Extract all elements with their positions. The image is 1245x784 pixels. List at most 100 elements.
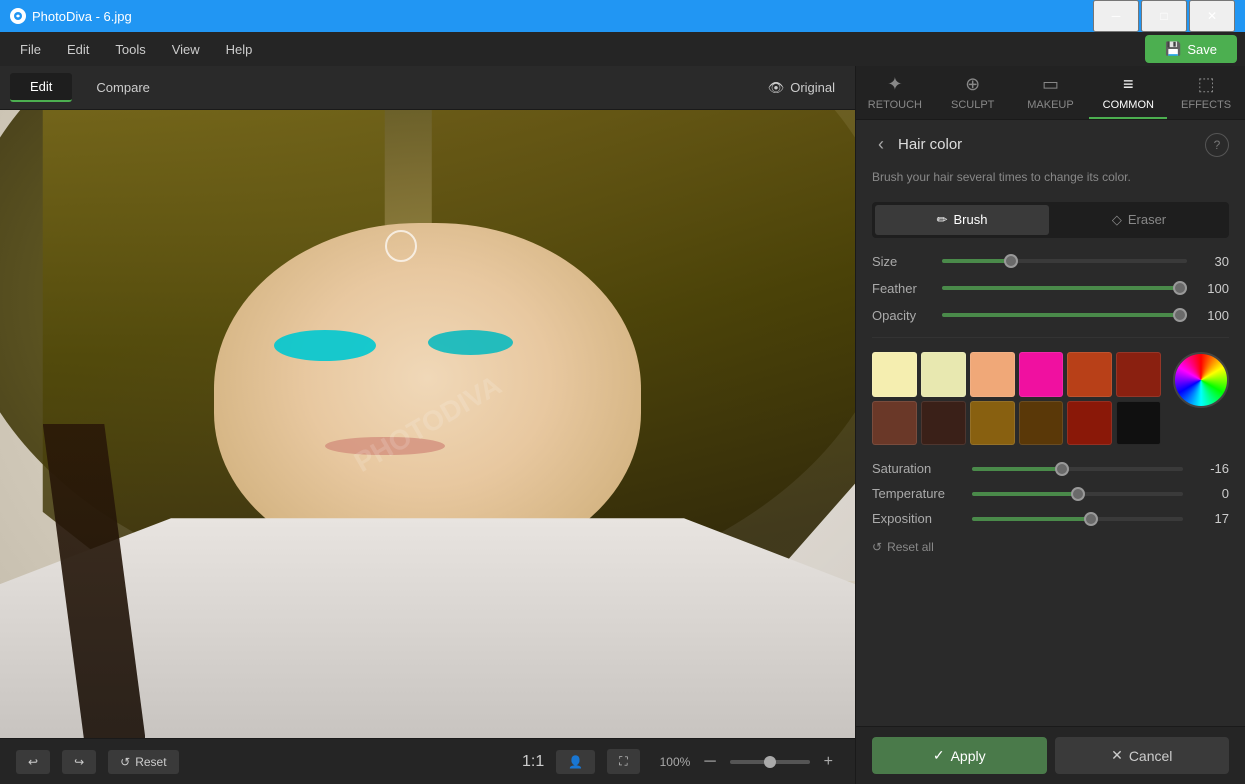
zoom-out-button[interactable]: ─ — [698, 751, 721, 773]
effects-label: EFFECTS — [1181, 99, 1231, 111]
feather-label: Feather — [872, 281, 932, 296]
saturation-slider-row: Saturation -16 — [872, 461, 1229, 476]
swatch-2[interactable] — [970, 352, 1015, 397]
tab-sculpt[interactable]: ⊕ SCULPT — [934, 66, 1012, 119]
opacity-label: Opacity — [872, 308, 932, 323]
reset-button[interactable]: ↺ Reset — [108, 750, 178, 774]
tab-common[interactable]: ≡ COMMON — [1089, 66, 1167, 119]
close-button[interactable]: ✕ — [1189, 0, 1235, 32]
brush-button[interactable]: ✏ Brush — [875, 205, 1049, 235]
eraser-icon: ◇ — [1112, 212, 1122, 228]
swatch-5[interactable] — [1116, 352, 1161, 397]
swatch-0[interactable] — [872, 352, 917, 397]
sculpt-icon: ⊕ — [965, 74, 980, 95]
swatch-9[interactable] — [1019, 401, 1064, 446]
cancel-button[interactable]: ✕ Cancel — [1055, 737, 1230, 774]
zoom-in-button[interactable]: + — [818, 751, 839, 773]
redo-button[interactable]: ↪ — [62, 750, 96, 774]
brush-eraser-toggle: ✏ Brush ◇ Eraser — [872, 202, 1229, 238]
zoom-controls: 100% ─ + — [652, 751, 839, 773]
canvas-toolbar: Edit Compare 👁 Original — [0, 66, 855, 110]
edit-tab[interactable]: Edit — [10, 73, 72, 102]
avatar-icon: 👤 — [568, 755, 583, 769]
cancel-label: Cancel — [1129, 748, 1173, 764]
reset-all-label: Reset all — [887, 540, 934, 554]
back-button[interactable]: ‹ — [872, 132, 890, 157]
feather-slider[interactable] — [942, 286, 1187, 290]
divider-1 — [872, 337, 1229, 338]
swatch-10[interactable] — [1067, 401, 1112, 446]
reset-icon: ↺ — [120, 755, 130, 769]
swatch-1[interactable] — [921, 352, 966, 397]
minimize-button[interactable]: ─ — [1093, 0, 1139, 32]
swatch-3[interactable] — [1019, 352, 1064, 397]
menu-view[interactable]: View — [160, 38, 212, 61]
fullscreen-button[interactable]: ⛶ — [607, 749, 639, 774]
checkmark-icon: ✓ — [933, 747, 945, 764]
save-label: Save — [1187, 42, 1217, 57]
restore-button[interactable]: □ — [1141, 0, 1187, 32]
effects-icon: ⬚ — [1198, 74, 1215, 95]
opacity-slider[interactable] — [942, 313, 1187, 317]
brush-cursor — [385, 230, 417, 262]
swatch-4[interactable] — [1067, 352, 1112, 397]
swatch-grid — [872, 352, 1161, 446]
portrait-canvas[interactable]: PHOTODIVA — [0, 110, 855, 738]
eraser-button[interactable]: ◇ Eraser — [1052, 205, 1226, 235]
original-button[interactable]: 👁 Original — [758, 76, 845, 100]
help-button[interactable]: ? — [1205, 133, 1229, 157]
menu-file[interactable]: File — [8, 38, 53, 61]
swatch-7[interactable] — [921, 401, 966, 446]
temperature-value: 0 — [1193, 486, 1229, 501]
face-shape — [214, 223, 642, 568]
zoom-slider[interactable] — [730, 760, 810, 764]
saturation-slider[interactable] — [972, 467, 1183, 471]
size-slider[interactable] — [942, 259, 1187, 263]
brush-icon: ✏ — [937, 212, 948, 228]
cancel-icon: ✕ — [1111, 747, 1123, 764]
reset-all-button[interactable]: ↺ Reset all — [872, 536, 934, 558]
titlebar: PhotoDiva - 6.jpg ─ □ ✕ — [0, 0, 1245, 32]
apply-button[interactable]: ✓ Apply — [872, 737, 1047, 774]
panel-title: Hair color — [898, 136, 962, 153]
temperature-slider[interactable] — [972, 492, 1183, 496]
menu-help[interactable]: Help — [214, 38, 265, 61]
color-wheel[interactable] — [1173, 352, 1229, 408]
undo-icon: ↩ — [28, 755, 38, 769]
opacity-value: 100 — [1197, 308, 1229, 323]
app-title: PhotoDiva - 6.jpg — [32, 9, 132, 24]
fullscreen-icon: ⛶ — [619, 754, 627, 769]
panel-nav-left: ‹ Hair color — [872, 132, 962, 157]
brush-label: Brush — [953, 212, 987, 227]
tab-makeup[interactable]: ▭ MAKEUP — [1012, 66, 1090, 119]
save-button[interactable]: 💾 Save — [1145, 35, 1237, 63]
canvas-image[interactable]: PHOTODIVA — [0, 110, 855, 738]
tab-effects[interactable]: ⬚ EFFECTS — [1167, 66, 1245, 119]
main-area: Edit Compare 👁 Original — [0, 66, 1245, 784]
eye-right — [428, 330, 514, 355]
apply-label: Apply — [951, 748, 986, 764]
panel-content[interactable]: ‹ Hair color ? Brush your hair several t… — [856, 120, 1245, 726]
swatch-11[interactable] — [1116, 401, 1161, 446]
size-slider-row: Size 30 — [872, 254, 1229, 269]
swatch-6[interactable] — [872, 401, 917, 446]
zoom-percent: 100% — [660, 755, 691, 769]
reset-label: Reset — [135, 755, 166, 769]
sculpt-label: SCULPT — [951, 99, 994, 111]
retouch-icon: ✦ — [887, 74, 902, 95]
feather-slider-row: Feather 100 — [872, 281, 1229, 296]
swatch-8[interactable] — [970, 401, 1015, 446]
tab-retouch[interactable]: ✦ RETOUCH — [856, 66, 934, 119]
temperature-label: Temperature — [872, 486, 962, 501]
eraser-label: Eraser — [1128, 212, 1166, 227]
menu-tools[interactable]: Tools — [103, 38, 157, 61]
exposition-slider[interactable] — [972, 517, 1183, 521]
right-panel: ✦ RETOUCH ⊕ SCULPT ▭ MAKEUP ≡ COMMON ⬚ E… — [855, 66, 1245, 784]
panel-nav: ‹ Hair color ? — [872, 132, 1229, 157]
window-controls: ─ □ ✕ — [1093, 0, 1235, 32]
menu-edit[interactable]: Edit — [55, 38, 101, 61]
undo-button[interactable]: ↩ — [16, 750, 50, 774]
compare-tab[interactable]: Compare — [76, 74, 169, 101]
fit-view-button[interactable]: 👤 — [556, 750, 595, 774]
original-label: Original — [790, 80, 835, 95]
